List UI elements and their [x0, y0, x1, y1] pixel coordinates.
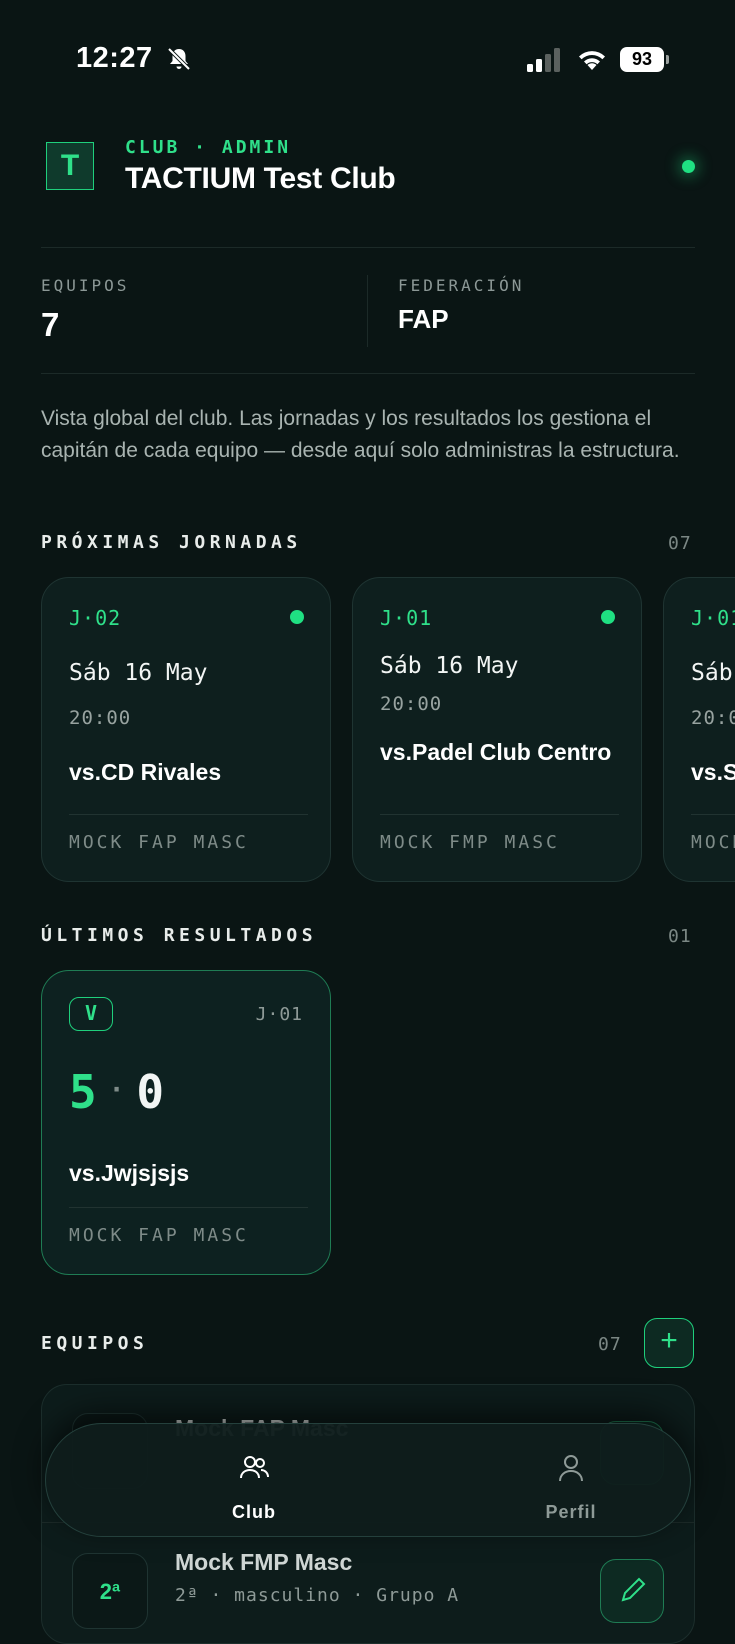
teams-stat-value: 7 [41, 306, 60, 343]
round-label: J·01 [691, 606, 735, 630]
club-role-kicker: CLUB · ADMIN [125, 137, 292, 158]
match-time: 20:00 [69, 707, 132, 729]
nav-item-perfil[interactable]: Perfil [471, 1424, 671, 1538]
upcoming-match-card[interactable]: J·02 Sáb 16 May 20:00 vs.CD Rivales MOCK… [41, 577, 331, 882]
status-time: 12:27 [76, 42, 153, 74]
match-date: Sáb 16 May [69, 660, 208, 686]
add-team-button[interactable]: + [644, 1318, 694, 1368]
match-time: 20:0 [691, 707, 735, 729]
upcoming-match-card[interactable]: J·01 Sáb 20:0 vs.S MOCK [663, 577, 735, 882]
win-badge: V [69, 997, 113, 1031]
score-separator: · [108, 1074, 125, 1105]
divider [41, 373, 695, 374]
match-score: 5 · 0 [69, 1065, 164, 1119]
upcoming-section-title: PRÓXIMAS JORNADAS [41, 532, 302, 553]
match-league: MOCK FAP MASC [69, 1225, 249, 1246]
team-name[interactable]: Mock FMP Masc [175, 1549, 352, 1576]
bell-muted-icon [167, 47, 191, 71]
match-date: Sáb 16 May [380, 653, 519, 679]
nav-label: Club [232, 1502, 276, 1522]
match-time: 20:00 [380, 693, 443, 715]
intro-text: Vista global del club. Las jornadas y lo… [41, 407, 680, 462]
match-opponent: vs.CD Rivales [69, 759, 222, 785]
match-league: MOCK FAP MASC [69, 832, 249, 853]
round-label: J·02 [69, 606, 122, 630]
pencil-icon [621, 1577, 646, 1602]
battery-level: 93 [631, 49, 653, 69]
team-details: 2ª · masculino · Grupo A [175, 1585, 460, 1606]
live-dot [601, 610, 615, 624]
stat-separator [367, 275, 368, 347]
edit-team-button[interactable] [600, 1559, 664, 1623]
bottom-nav: Club Perfil [45, 1423, 691, 1537]
card-divider [691, 814, 735, 815]
card-divider [69, 814, 308, 815]
upcoming-count: 07 [668, 533, 692, 554]
match-date: Sáb [691, 660, 733, 686]
match-opponent: vs.Jwjsjsjs [69, 1160, 190, 1186]
teams-stat-label: EQUIPOS [41, 276, 130, 295]
results-count: 01 [668, 926, 692, 947]
result-card[interactable]: V J·01 5 · 0 vs.Jwjsjsjs MOCK FAP MASC [41, 970, 331, 1275]
user-icon [559, 1455, 583, 1482]
club-name: TACTIUM Test Club [125, 162, 396, 195]
match-league: MOCK [691, 832, 735, 853]
wifi-icon [579, 51, 605, 70]
round-label: J·01 [255, 1004, 303, 1025]
divider [41, 247, 695, 248]
score-for: 5 [69, 1065, 97, 1119]
upcoming-match-card[interactable]: J·01 Sáb 16 May 20:00 vs.Padel Club Cent… [352, 577, 642, 882]
federation-stat-label: FEDERACIÓN [398, 276, 525, 295]
nav-label: Perfil [545, 1502, 597, 1522]
live-dot [290, 610, 304, 624]
teams-section-title: EQUIPOS [41, 1333, 149, 1354]
match-opponent: vs.S [691, 759, 735, 785]
online-status-dot [682, 160, 695, 173]
card-divider [69, 1207, 308, 1208]
team-rank-badge: 2ª [72, 1553, 148, 1629]
results-section-title: ÚLTIMOS RESULTADOS [41, 925, 318, 946]
round-label: J·01 [380, 606, 433, 630]
teams-count: 07 [598, 1334, 622, 1355]
club-logo: T [46, 142, 94, 190]
signal-icon [527, 48, 560, 72]
match-opponent: vs.Padel Club Centro [380, 739, 612, 765]
match-league: MOCK FMP MASC [380, 832, 560, 853]
nav-item-club[interactable]: Club [154, 1424, 354, 1538]
score-against: 0 [136, 1065, 165, 1119]
users-icon [240, 1456, 269, 1479]
card-divider [380, 814, 619, 815]
federation-stat-value: FAP [398, 304, 449, 334]
battery-icon: 93 [620, 47, 669, 72]
